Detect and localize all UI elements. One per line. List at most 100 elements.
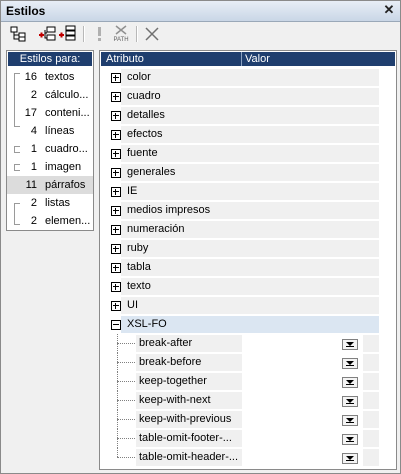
important-icon[interactable] (90, 24, 110, 44)
expand-icon[interactable] (111, 130, 121, 140)
attribute-name: keep-together (139, 375, 207, 387)
item-count: 2 (30, 197, 37, 209)
styles-for-item[interactable]: 1 cuadro... (7, 140, 93, 158)
dropdown-arrow-icon[interactable] (342, 396, 358, 407)
tree-line (117, 381, 135, 382)
column-attribute: Atributo (106, 53, 144, 65)
item-count: 17 (24, 107, 37, 119)
grid-header: Atributo Valor (101, 52, 395, 66)
styles-for-header: Estilos para: (8, 52, 92, 66)
delete-icon[interactable] (142, 24, 162, 44)
attribute-row[interactable]: break-before (101, 353, 395, 372)
expand-icon[interactable] (111, 206, 121, 216)
attribute-group-row[interactable]: medios impresos (101, 201, 395, 219)
group-label: tabla (127, 261, 151, 273)
attribute-group-row[interactable]: fuente (101, 144, 395, 162)
attribute-row[interactable]: keep-with-next (101, 391, 395, 410)
group-label: UI (127, 299, 138, 311)
group-label: ruby (127, 242, 149, 254)
item-label: listas (45, 197, 71, 209)
attribute-group-row[interactable]: numeración (101, 220, 395, 238)
group-label: efectos (127, 128, 163, 140)
expand-icon[interactable] (111, 92, 121, 102)
attribute-group-row[interactable]: texto (101, 277, 395, 295)
attribute-row[interactable]: table-omit-footer-... (101, 429, 395, 448)
attribute-name: table-omit-header-... (139, 451, 239, 463)
column-divider[interactable] (241, 52, 242, 66)
attribute-row[interactable]: keep-together (101, 372, 395, 391)
expand-icon[interactable] (111, 168, 121, 178)
expand-icon[interactable] (111, 149, 121, 159)
group-label: fuente (127, 147, 158, 159)
attribute-grid: Atributo Valor color cuadro detalles efecto… (99, 50, 397, 470)
tree-line (117, 419, 135, 420)
expand-icon[interactable] (111, 187, 121, 197)
add-rule-icon[interactable] (58, 24, 78, 44)
dropdown-arrow-icon[interactable] (342, 358, 358, 369)
tree-line (117, 438, 135, 439)
expand-icon[interactable] (111, 111, 121, 121)
item-label: cuadro... (45, 143, 88, 155)
attribute-group-row[interactable]: UI (101, 296, 395, 314)
attribute-group-row[interactable]: efectos (101, 125, 395, 143)
expand-icon[interactable] (111, 73, 121, 83)
dropdown-arrow-icon[interactable] (342, 453, 358, 464)
styles-for-item[interactable]: 17 conteni... (7, 104, 93, 122)
toolbar-separator (83, 26, 85, 42)
styles-window: Estilos ✕ PATH Estilos para: 16 textos 2 (0, 0, 401, 474)
attribute-group-row[interactable]: IE (101, 182, 395, 200)
item-label: textos (45, 71, 75, 83)
item-count: 16 (24, 71, 37, 83)
styles-for-panel: Estilos para: 16 textos 2 cálculo... 17 conte… (6, 50, 94, 231)
collapse-icon[interactable] (111, 320, 121, 330)
add-selector-icon[interactable] (38, 24, 58, 44)
attribute-group-row[interactable]: tabla (101, 258, 395, 276)
expand-icon[interactable] (111, 244, 121, 254)
item-count: 2 (30, 89, 37, 101)
tree-line (117, 400, 135, 401)
dropdown-arrow-icon[interactable] (342, 415, 358, 426)
styles-for-item[interactable]: 16 textos (7, 68, 93, 86)
toolbar: PATH (1, 22, 400, 46)
expand-icon[interactable] (111, 225, 121, 235)
item-label: conteni... (45, 107, 90, 119)
styles-for-item[interactable]: 4 líneas (7, 122, 93, 140)
dropdown-arrow-icon[interactable] (342, 339, 358, 350)
xpath-label: PATH (113, 37, 128, 43)
styles-for-item[interactable]: 2 elemen... (7, 212, 93, 230)
close-icon[interactable]: ✕ (382, 3, 396, 17)
attribute-group-row-expanded[interactable]: XSL-FO (101, 315, 395, 333)
attribute-group-row[interactable]: cuadro (101, 87, 395, 105)
tree-view-icon[interactable] (8, 24, 28, 44)
dropdown-arrow-icon[interactable] (342, 434, 358, 445)
attribute-group-row[interactable]: ruby (101, 239, 395, 257)
attribute-row[interactable]: keep-with-previous (101, 410, 395, 429)
expand-icon[interactable] (111, 263, 121, 273)
styles-for-item[interactable]: 11 párrafos (7, 176, 93, 194)
expand-icon[interactable] (111, 282, 121, 292)
styles-for-item[interactable]: 2 cálculo... (7, 86, 93, 104)
attribute-group-row[interactable]: color (101, 68, 395, 86)
xpath-icon[interactable]: PATH (111, 24, 131, 44)
row-end (363, 430, 379, 447)
item-count: 1 (30, 143, 37, 155)
item-label: imagen (45, 161, 82, 173)
attribute-name: table-omit-footer-... (139, 432, 232, 444)
group-label: detalles (127, 109, 165, 121)
row-background (121, 183, 379, 200)
attribute-name: break-before (139, 356, 202, 368)
attribute-row[interactable]: table-omit-header-... (101, 448, 395, 467)
row-end (363, 411, 379, 428)
row-end (363, 373, 379, 390)
styles-for-item[interactable]: 2 listas (7, 194, 93, 212)
group-label: texto (127, 280, 151, 292)
title-bar: Estilos ✕ (1, 1, 400, 22)
dropdown-arrow-icon[interactable] (342, 377, 358, 388)
expand-icon[interactable] (111, 301, 121, 311)
row-background (121, 240, 379, 257)
styles-for-item[interactable]: 1 imagen (7, 158, 93, 176)
tree-line (117, 362, 135, 363)
attribute-group-row[interactable]: generales (101, 163, 395, 181)
attribute-group-row[interactable]: detalles (101, 106, 395, 124)
attribute-row[interactable]: break-after (101, 334, 395, 353)
